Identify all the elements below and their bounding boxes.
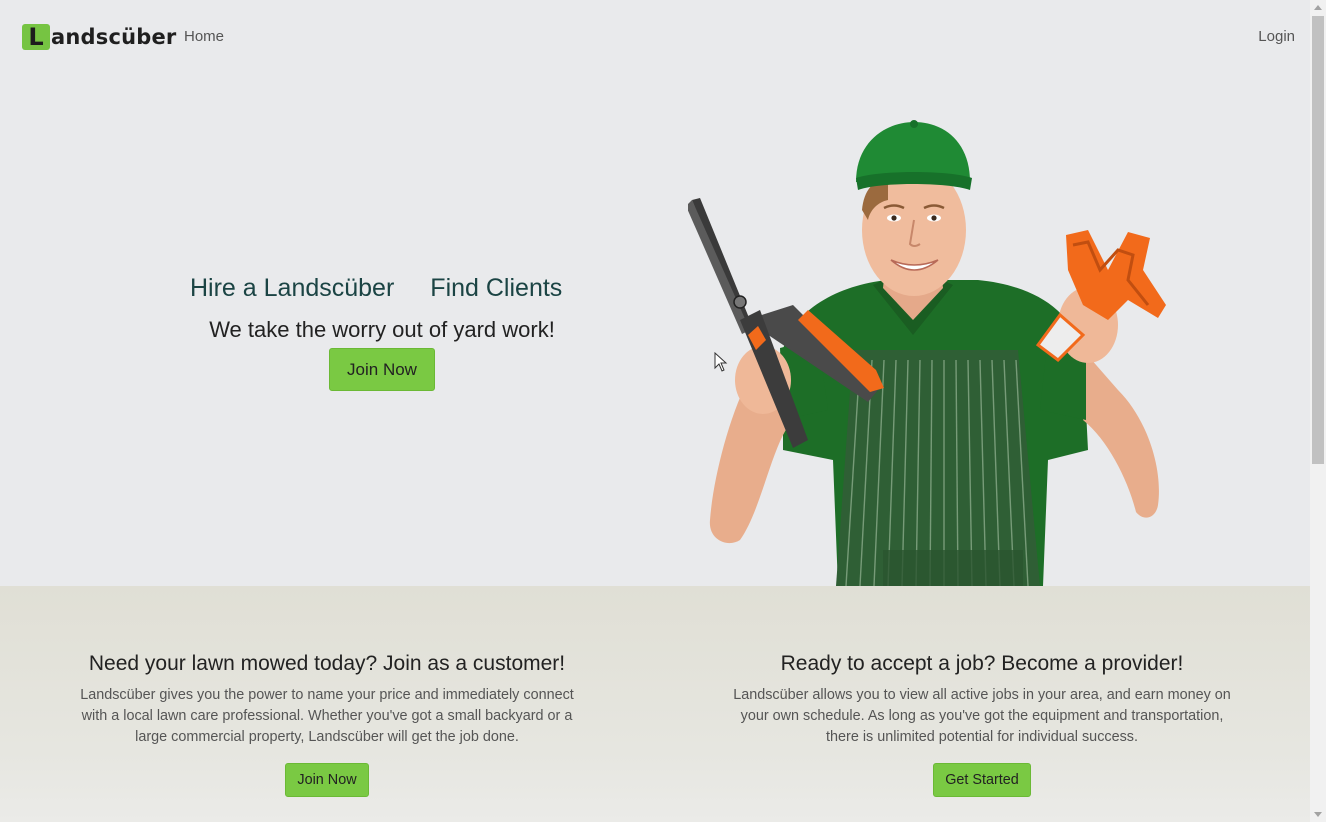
brand-logo[interactable]: L andscüber — [22, 24, 176, 50]
customer-join-now-button[interactable]: Join Now — [285, 763, 369, 797]
nav-home-link[interactable]: Home — [184, 28, 224, 45]
hero-join-now-button[interactable]: Join Now — [329, 348, 435, 391]
hero-section: Hire a Landscüber Find Clients We take th… — [0, 74, 1310, 586]
provider-feature: Ready to accept a job? Become a provider… — [715, 650, 1249, 797]
find-clients-link[interactable]: Find Clients — [430, 274, 562, 302]
vertical-scrollbar[interactable] — [1310, 0, 1326, 822]
scrollbar-thumb[interactable] — [1312, 16, 1324, 464]
provider-get-started-button[interactable]: Get Started — [933, 763, 1031, 797]
brand-logo-letter: L — [22, 24, 50, 50]
page: L andscüber Home Login Hire a Landscüber… — [0, 0, 1310, 822]
scroll-up-arrow-icon[interactable] — [1314, 5, 1322, 10]
hero-tagline: We take the worry out of yard work! — [209, 317, 555, 342]
customer-feature-title: Need your lawn mowed today? Join as a cu… — [88, 652, 566, 675]
customer-feature: Need your lawn mowed today? Join as a cu… — [60, 650, 594, 797]
hero-links: Hire a Landscüber Find Clients — [190, 274, 590, 303]
navbar: L andscüber Home Login — [0, 0, 1310, 74]
brand-logo-text: andscüber — [51, 25, 177, 49]
gardener-hero-image — [688, 120, 1166, 586]
provider-feature-title: Ready to accept a job? Become a provider… — [780, 652, 1184, 675]
provider-feature-description: Landscüber allows you to view all active… — [733, 687, 1231, 745]
hire-landscuber-link[interactable]: Hire a Landscüber — [190, 274, 394, 302]
nav-login-link[interactable]: Login — [1258, 28, 1295, 45]
customer-feature-description: Landscüber gives you the power to name y… — [80, 687, 574, 745]
scroll-down-arrow-icon[interactable] — [1314, 812, 1322, 817]
features-section: Need your lawn mowed today? Join as a cu… — [0, 586, 1310, 822]
